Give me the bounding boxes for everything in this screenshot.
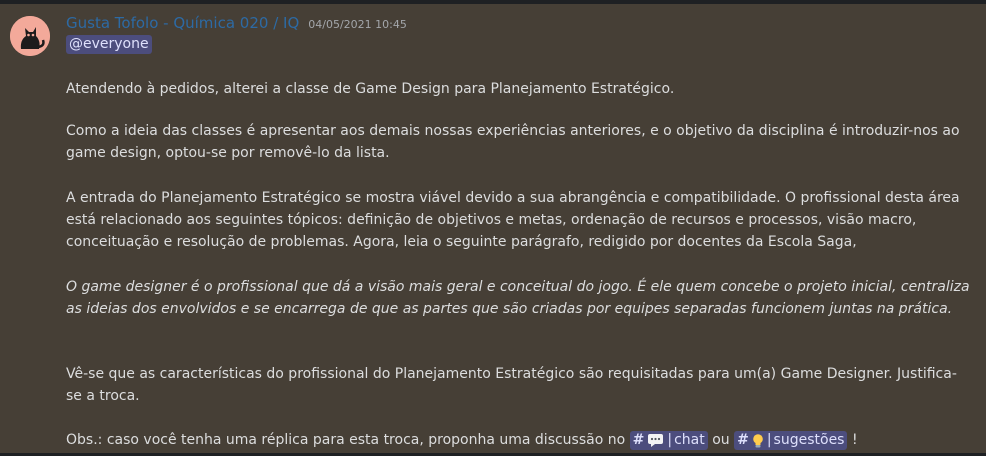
quoted-paragraph: O game designer é o profissional que dá … [66, 279, 970, 317]
username[interactable]: Gusta Tofolo - Química 020 / IQ [66, 14, 299, 32]
avatar[interactable] [10, 16, 50, 56]
speech-bubble-icon [647, 433, 664, 448]
message-header: Gusta Tofolo - Química 020 / IQ 04/05/20… [66, 14, 407, 32]
connector-text: ou [712, 432, 730, 448]
timestamp[interactable]: 04/05/2021 10:45 [308, 18, 407, 31]
everyone-mention[interactable]: @everyone [66, 35, 152, 54]
channel-mention-chat[interactable]: # | chat [629, 431, 708, 450]
channel-hash-icon: # [632, 432, 645, 448]
paragraph-5: Vê-se que as características do profissi… [66, 366, 957, 404]
paragraph-3: A entrada do Planejamento Estratégico se… [66, 190, 960, 250]
channel-separator: | [766, 432, 772, 448]
chat-message: Gusta Tofolo - Química 020 / IQ 04/05/20… [0, 4, 986, 453]
channel-separator: | [667, 432, 673, 448]
channel-mention-sugestoes[interactable]: # | sugestões [734, 431, 848, 450]
channel-name-chat: chat [674, 432, 705, 448]
obs-text: Obs.: caso você tenha uma réplica para e… [66, 432, 626, 448]
channel-hash-icon: # [737, 432, 749, 448]
cat-icon [10, 16, 50, 56]
paragraph-obs: Obs.: caso você tenha uma réplica para e… [66, 429, 971, 451]
channel-name-sugestoes: sugestões [773, 432, 845, 448]
paragraph-2: Como a ideia das classes é apresentar ao… [66, 123, 960, 161]
paragraph-1: Atendendo à pedidos, alterei a classe de… [66, 81, 675, 97]
closing-punctuation: ! [851, 432, 858, 448]
lightbulb-icon [752, 433, 764, 449]
